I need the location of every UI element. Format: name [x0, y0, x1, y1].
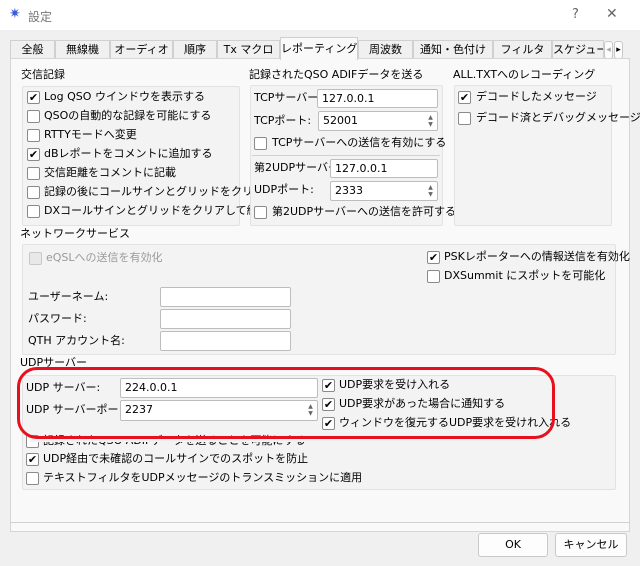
app-icon: ✷ — [9, 6, 21, 22]
tab-1[interactable]: 無線機 — [55, 40, 110, 59]
tab-5[interactable]: レポーティング — [280, 37, 358, 60]
tab-8[interactable]: フィルタ — [493, 40, 552, 59]
debug-messages-checkbox[interactable] — [458, 112, 471, 125]
tab-9[interactable]: スケジュー — [552, 40, 604, 59]
logging-checkbox[interactable] — [27, 110, 40, 123]
tab-scroll-right-button[interactable]: ▸ — [614, 41, 623, 59]
username-input[interactable] — [160, 287, 291, 307]
logging-checkbox-label: Log QSO ウインドウを表示する — [44, 90, 205, 103]
logging-checkbox[interactable] — [27, 167, 40, 180]
tcp-enable-label: TCPサーバーへの送信を有効にする — [272, 136, 447, 149]
divider — [10, 522, 630, 523]
tcp-server-input[interactable]: 127.0.0.1 — [317, 89, 438, 108]
alltxt-group — [454, 85, 612, 226]
udp-port-spinbox[interactable]: 2333 ▲ ▼ — [330, 181, 438, 201]
psk-reporter-checkbox[interactable]: ✔ — [427, 251, 440, 264]
help-button[interactable]: ? — [572, 7, 579, 22]
logging-checkbox[interactable] — [27, 186, 40, 199]
logging-checkbox[interactable]: ✔ — [27, 91, 40, 104]
window-title: 設定 — [28, 10, 53, 24]
text-filter-checkbox[interactable] — [26, 472, 39, 485]
tcp-port-value: 52001 — [323, 114, 358, 127]
logging-checkbox[interactable] — [27, 129, 40, 142]
password-label: パスワード: — [28, 312, 87, 325]
logging-checkbox[interactable]: ✔ — [27, 148, 40, 161]
udp-port-value: 2333 — [335, 184, 363, 197]
ok-button[interactable]: OK — [478, 533, 548, 557]
tab-scroll-left-button[interactable]: ◂ — [604, 41, 613, 59]
qth-account-label: QTH アカウント名: — [28, 334, 125, 347]
tab-6[interactable]: 周波数 — [358, 40, 413, 59]
tab-7[interactable]: 通知・色付け — [413, 40, 493, 59]
logging-checkbox-label: dBレポートをコメントに追加する — [44, 147, 213, 160]
udp2-enable-label: 第2UDPサーバーへの送信を許可する — [272, 205, 457, 218]
decoded-messages-label: デコードしたメッセージ — [476, 90, 597, 103]
highlight-annotation — [17, 367, 555, 439]
tcp-port-label: TCPポート: — [254, 114, 312, 127]
dxsummit-label: DXSummit にスポットを可能化 — [444, 269, 606, 282]
annotation-mask — [30, 439, 430, 442]
spin-arrows-icon[interactable]: ▲ ▼ — [426, 114, 435, 128]
eqsl-label: eQSLへの送信を有効化 — [46, 251, 163, 264]
close-button[interactable]: ✕ — [606, 6, 618, 22]
adif-group-title: 記録されたQSO ADIFデータを送る — [249, 68, 424, 81]
logging-group-title: 交信記録 — [21, 68, 65, 81]
udp2-enable-checkbox[interactable] — [254, 206, 267, 219]
divider — [252, 155, 440, 156]
tab-4[interactable]: Tx マクロ — [217, 40, 280, 59]
debug-messages-label: デコード済とデバッグメッセージ — [476, 111, 640, 124]
password-input[interactable] — [160, 309, 291, 329]
logging-checkbox-label: 交信距離をコメントに記載 — [44, 166, 176, 179]
dxsummit-checkbox[interactable] — [427, 270, 440, 283]
username-label: ユーザーネーム: — [28, 290, 109, 303]
alltxt-group-title: ALL.TXTへのレコーディング — [453, 68, 596, 81]
prevent-spots-checkbox[interactable]: ✔ — [26, 453, 39, 466]
cancel-button[interactable]: キャンセル — [555, 533, 627, 557]
eqsl-checkbox[interactable] — [29, 252, 42, 265]
tcp-server-label: TCPサーバー: — [254, 91, 322, 104]
qth-account-input[interactable] — [160, 331, 291, 351]
text-filter-label: テキストフィルタをUDPメッセージのトランスミッションに適用 — [43, 471, 363, 484]
tcp-port-spinbox[interactable]: 52001 ▲ ▼ — [318, 111, 438, 131]
network-group-title: ネットワークサービス — [20, 227, 130, 240]
logging-checkbox-label: RTTYモードへ変更 — [44, 128, 137, 141]
psk-reporter-label: PSKレポーターへの情報送信を有効化 — [444, 250, 630, 263]
prevent-spots-label: UDP経由で未確認のコールサインでのスポットを防止 — [43, 452, 309, 465]
tab-0[interactable]: 全般 — [10, 40, 55, 59]
udp2-server-label: 第2UDPサーバー — [254, 161, 340, 174]
udp2-server-input[interactable]: 127.0.0.1 — [330, 159, 438, 178]
decoded-messages-checkbox[interactable]: ✔ — [458, 91, 471, 104]
tab-3[interactable]: 順序 — [173, 40, 217, 59]
tab-2[interactable]: オーディオ — [110, 40, 173, 59]
udp-port-label: UDPポート: — [254, 183, 314, 196]
title-bar: ✷ 設定 ? ✕ — [0, 0, 640, 30]
logging-checkbox[interactable] — [27, 205, 40, 218]
spin-arrows-icon[interactable]: ▲ ▼ — [426, 184, 435, 198]
tcp-enable-checkbox[interactable] — [254, 137, 267, 150]
logging-checkbox-label: QSOの自動的な記録を可能にする — [44, 109, 212, 122]
logging-checkbox-label: DXコールサインとグリッドをクリアして終了 — [44, 204, 269, 217]
